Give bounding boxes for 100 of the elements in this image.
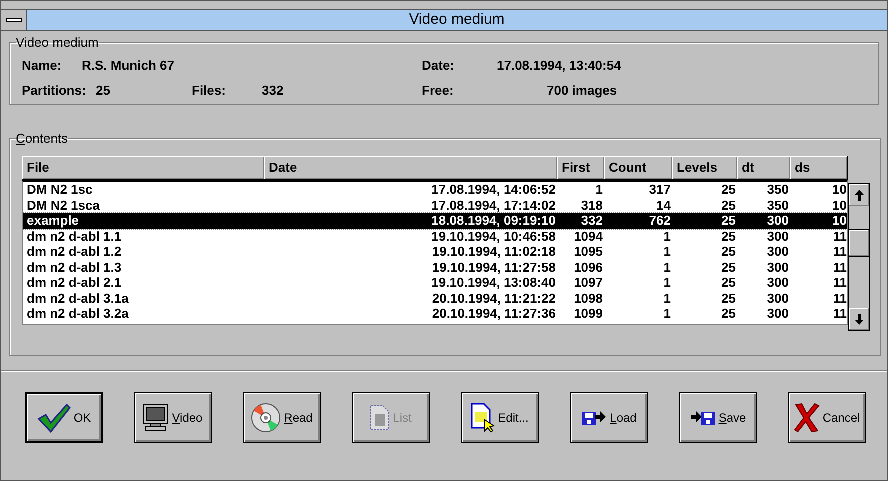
table-cell-text: 1 bbox=[662, 275, 672, 290]
file-row[interactable]: DM N2 1sca 17.08.1994, 17:14:02 318 14 25 350 10 bbox=[23, 198, 847, 213]
table-cell-text: dm n2 d-abl 1.2 bbox=[26, 244, 123, 260]
table-cell-text: 1099 bbox=[573, 306, 604, 322]
cross-icon bbox=[794, 402, 820, 432]
table-cell-text: 11 bbox=[832, 306, 848, 322]
table-cell-text: dm n2 d-abl 3.2a bbox=[26, 306, 130, 322]
arrow-floppy-icon bbox=[690, 410, 716, 426]
table-cell-text: 350 bbox=[766, 182, 790, 198]
field-label: Files: bbox=[192, 83, 227, 98]
table-cell-text: 1 bbox=[662, 244, 672, 260]
field-label: Date: bbox=[422, 58, 456, 73]
table-cell-text: 300 bbox=[766, 260, 790, 275]
table-cell-text: 25 bbox=[720, 244, 737, 260]
group-title: Contents bbox=[16, 131, 68, 146]
table-cell-text: 1095 bbox=[573, 244, 604, 260]
table-cell-text: 332 bbox=[580, 213, 604, 228]
table-cell-text: 25 bbox=[720, 182, 737, 198]
field-label: Free: bbox=[422, 83, 455, 98]
table-cell-text: 300 bbox=[766, 275, 790, 290]
column-header[interactable]: File bbox=[22, 156, 264, 180]
table-cell-text: 300 bbox=[766, 213, 790, 228]
group-title: Video medium bbox=[16, 35, 99, 50]
table-cell-text: 25 bbox=[720, 275, 737, 290]
document-icon bbox=[370, 404, 390, 430]
table-cell-text: 25 bbox=[720, 290, 737, 306]
column-header[interactable]: Date bbox=[264, 156, 557, 180]
table-cell-text: 11 bbox=[832, 244, 848, 260]
window-title: Video medium bbox=[408, 10, 506, 30]
scrollbar[interactable] bbox=[848, 183, 870, 331]
field-value: 700 images bbox=[546, 83, 618, 98]
floppy-arrow-icon bbox=[581, 410, 608, 426]
table-cell-text: 25 bbox=[720, 198, 737, 213]
table-cell-text: 1 bbox=[594, 182, 604, 198]
scroll-down-button[interactable] bbox=[849, 308, 869, 330]
column-header[interactable]: Count bbox=[604, 156, 672, 180]
column-header[interactable]: ds bbox=[790, 156, 848, 180]
table-cell-text: 11 bbox=[832, 260, 848, 275]
table-cell-text: 25 bbox=[720, 228, 737, 244]
table-cell-text: 19.10.1994, 11:02:18 bbox=[431, 244, 557, 260]
table-cell-text: 10 bbox=[832, 213, 848, 228]
table-cell-text: DM N2 1sc bbox=[26, 182, 94, 198]
field-value: R.S. Munich 67 bbox=[82, 58, 176, 73]
table-cell-text: 17.08.1994, 14:06:52 bbox=[430, 182, 557, 198]
table-cell-text: 300 bbox=[766, 290, 790, 306]
edit-button[interactable]: Edit... bbox=[461, 392, 539, 443]
cd-icon bbox=[251, 402, 282, 432]
table-cell-text: 10 bbox=[832, 198, 848, 213]
table-cell-text: 20.10.1994, 11:27:36 bbox=[431, 306, 557, 322]
save-button[interactable]: Save bbox=[679, 392, 757, 443]
table-cell-text: 11 bbox=[832, 275, 848, 290]
table-cell-text: 1098 bbox=[573, 290, 604, 306]
table-cell-text: 18.08.1994, 09:19:10 bbox=[430, 213, 557, 228]
scroll-thumb[interactable] bbox=[849, 230, 869, 256]
up-arrow-icon bbox=[854, 190, 864, 200]
table-cell-text: 1 bbox=[662, 290, 672, 306]
table-cell-text: dm n2 d-abl 3.1a bbox=[26, 290, 130, 306]
scroll-up-button[interactable] bbox=[849, 184, 869, 206]
video-button[interactable]: Video bbox=[134, 392, 212, 443]
table-cell-text: 1094 bbox=[573, 228, 604, 244]
table-cell-text: 25 bbox=[720, 260, 737, 275]
monitor-icon bbox=[143, 404, 170, 432]
table-cell-text: 25 bbox=[720, 213, 737, 228]
file-row[interactable]: example 18.08.1994, 09:19:10 332 762 25 300 10 bbox=[23, 213, 847, 228]
table-cell-text: 762 bbox=[648, 213, 672, 228]
table-cell-text: DM N2 1sca bbox=[26, 198, 101, 213]
table-cell-text: 25 bbox=[720, 306, 737, 322]
table-cell-text: 19.10.1994, 11:27:58 bbox=[431, 260, 557, 275]
table-cell-text: 19.10.1994, 13:08:40 bbox=[430, 275, 557, 290]
table-cell-text: 11 bbox=[832, 228, 848, 244]
table-cell-text: 1097 bbox=[573, 275, 604, 290]
field-value: 17.08.1994, 13:40:54 bbox=[497, 58, 622, 73]
table-cell-text: 300 bbox=[766, 228, 790, 244]
read-button[interactable]: Read bbox=[243, 392, 321, 443]
system-menu-button[interactable] bbox=[1, 10, 27, 30]
table-cell-text: 318 bbox=[580, 198, 604, 213]
edit-document-icon bbox=[471, 402, 496, 432]
table-cell-text: 1096 bbox=[573, 260, 604, 275]
cancel-button[interactable]: Cancel bbox=[788, 392, 866, 443]
table-cell-text: 17.08.1994, 17:14:02 bbox=[430, 198, 557, 213]
table-cell-text: 317 bbox=[648, 182, 672, 198]
table-cell-text: dm n2 d-abl 2.1 bbox=[26, 275, 123, 290]
checkmark-icon bbox=[36, 402, 71, 432]
column-header[interactable]: First bbox=[557, 156, 604, 180]
table-cell-text: 1 bbox=[662, 260, 672, 275]
table-cell-text: 10 bbox=[832, 182, 848, 198]
down-arrow-icon bbox=[854, 314, 864, 324]
table-cell-text: example bbox=[26, 213, 80, 228]
table-cell-text: 11 bbox=[832, 290, 848, 306]
field-label: Name: bbox=[22, 58, 63, 73]
ok-button[interactable]: OK bbox=[25, 392, 103, 443]
table-cell-text: dm n2 d-abl 1.1 bbox=[26, 228, 123, 244]
column-header[interactable]: Levels bbox=[672, 156, 737, 180]
table-cell-text: 14 bbox=[656, 198, 672, 213]
column-header[interactable]: dt bbox=[737, 156, 790, 180]
table-cell-text: 19.10.1994, 10:46:58 bbox=[430, 228, 557, 244]
table-cell-text: 1 bbox=[662, 228, 672, 244]
table-cell-text: 300 bbox=[766, 306, 790, 322]
table-cell-text: 350 bbox=[766, 198, 790, 213]
load-button[interactable]: Load bbox=[570, 392, 648, 443]
